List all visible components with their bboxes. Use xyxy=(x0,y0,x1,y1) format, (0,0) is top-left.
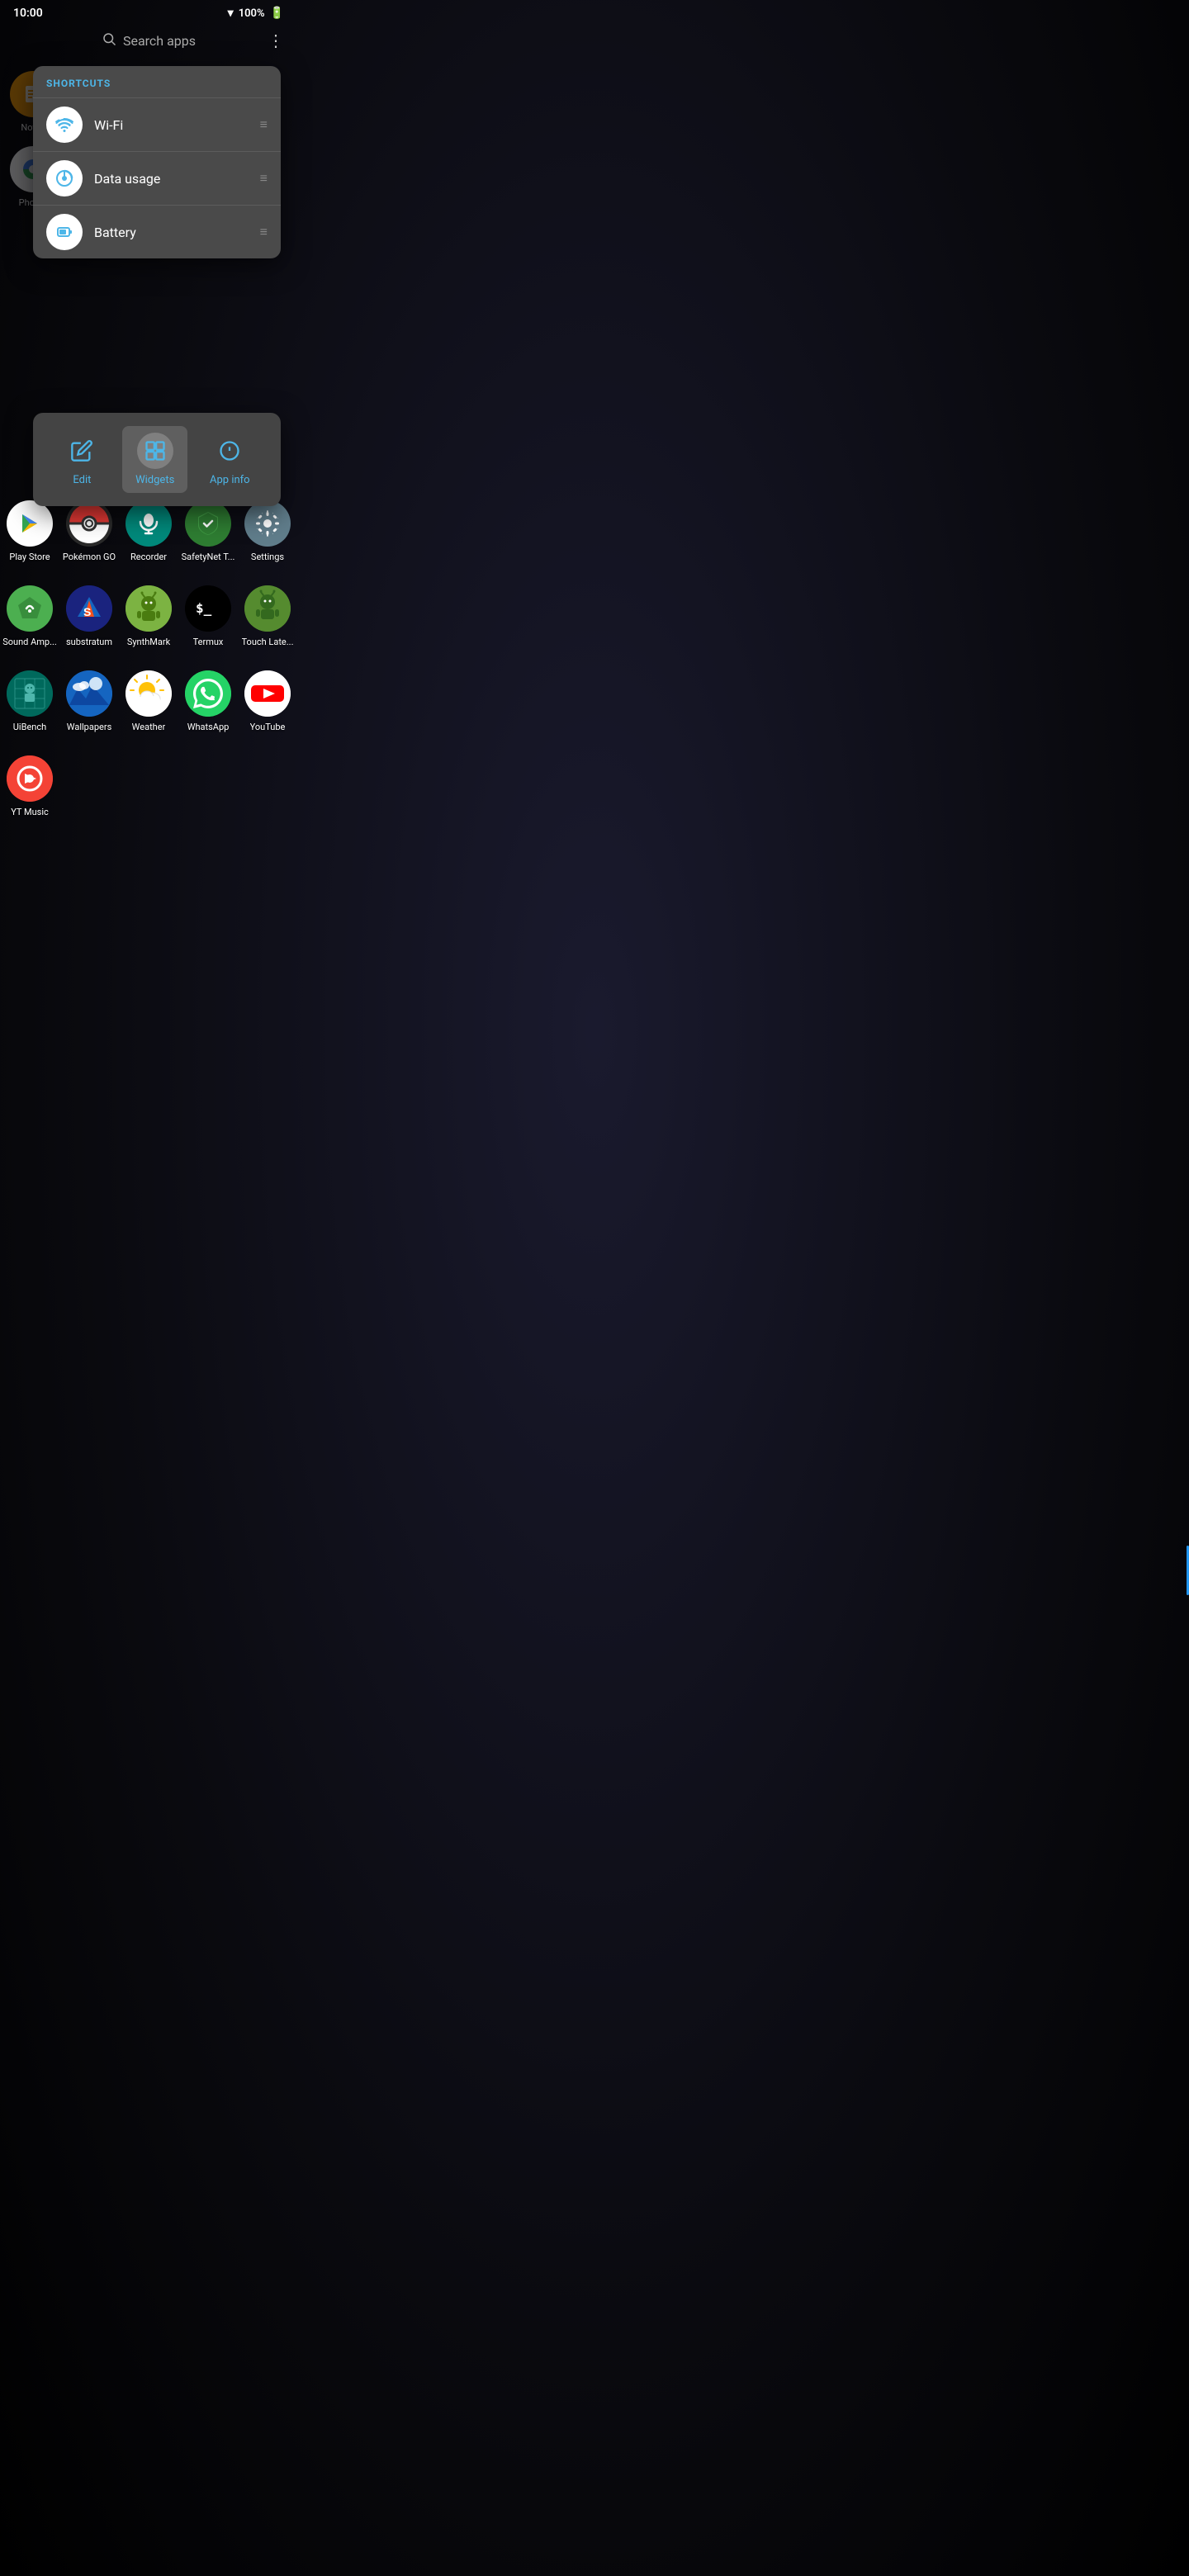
actions-popup: Edit Widgets App info xyxy=(33,413,281,506)
youtube-icon xyxy=(244,670,291,717)
status-icons: ▾ 100% 🔋 xyxy=(228,7,284,20)
substratum-label: substratum xyxy=(66,637,112,647)
weather-label: Weather xyxy=(132,722,166,732)
pokemon-label: Pokémon GO xyxy=(63,552,116,562)
status-bar: 10:00 ▾ 100% 🔋 xyxy=(0,0,297,23)
weather-icon xyxy=(126,670,172,717)
uibench-icon xyxy=(7,670,53,717)
app-item-synthmark[interactable]: SynthMark xyxy=(119,579,178,654)
ytmusic-label: YT Music xyxy=(11,807,49,817)
appinfo-icon xyxy=(211,433,248,469)
app-item-termux[interactable]: $_ Termux xyxy=(178,579,238,654)
battery-shortcut-icon xyxy=(46,214,83,250)
ytmusic-icon xyxy=(7,755,53,802)
widgets-label: Widgets xyxy=(135,474,174,486)
wifi-label: Wi-Fi xyxy=(94,117,249,133)
datausage-shortcut-icon xyxy=(46,160,83,197)
battery-label: Battery xyxy=(94,225,249,240)
playstore-icon xyxy=(7,500,53,547)
playstore-label: Play Store xyxy=(9,552,50,562)
wifi-icon: ▾ xyxy=(228,7,234,20)
uibench-label: UiBench xyxy=(13,722,46,732)
app-item-wallpapers[interactable]: Wallpapers xyxy=(59,664,119,739)
widgets-icon xyxy=(137,433,173,469)
widgets-action[interactable]: Widgets xyxy=(122,426,187,493)
app-row-6: YT Music xyxy=(0,749,297,824)
search-icon xyxy=(102,31,116,50)
appinfo-action[interactable]: App info xyxy=(197,426,263,493)
recorder-icon xyxy=(126,500,172,547)
whatsapp-notification-dot xyxy=(223,670,231,679)
edit-label: Edit xyxy=(73,474,91,486)
battery-percent: 100% xyxy=(239,7,265,20)
datausage-label: Data usage xyxy=(94,171,249,187)
svg-text:$_: $_ xyxy=(196,600,212,616)
app-item-touchlate[interactable]: Touch Late... xyxy=(238,579,297,654)
safetynet-icon xyxy=(185,500,231,547)
wallpapers-label: Wallpapers xyxy=(67,722,112,732)
battery-icon: 🔋 xyxy=(270,7,284,20)
wallpapers-icon xyxy=(66,670,112,717)
overflow-menu-icon[interactable]: ⋮ xyxy=(268,31,284,50)
app-row-5: UiBench Wallpapers xyxy=(0,664,297,739)
safetynet-label: SafetyNet T... xyxy=(182,552,235,562)
shortcuts-popup: SHORTCUTS Wi-Fi ≡ Data usage xyxy=(33,66,281,258)
time-display: 10:00 xyxy=(13,7,43,20)
shortcut-datausage[interactable]: Data usage ≡ xyxy=(33,151,281,205)
pokemon-icon xyxy=(66,500,112,547)
wifi-shortcut-icon xyxy=(46,107,83,143)
recorder-label: Recorder xyxy=(130,552,167,562)
touchlate-label: Touch Late... xyxy=(242,637,294,647)
app-item-soundamp[interactable]: Sound Amp... xyxy=(0,579,59,654)
synthmark-label: SynthMark xyxy=(127,637,170,647)
wifi-drag-handle: ≡ xyxy=(260,116,268,133)
youtube-label: YouTube xyxy=(250,722,286,732)
settings-icon xyxy=(244,500,291,547)
datausage-drag-handle: ≡ xyxy=(260,170,268,187)
appinfo-label: App info xyxy=(210,474,250,486)
app-item-youtube[interactable]: YouTube xyxy=(238,664,297,739)
app-item-whatsapp[interactable]: WhatsApp xyxy=(178,664,238,739)
search-placeholder: Search apps xyxy=(123,33,196,49)
shortcut-wifi[interactable]: Wi-Fi ≡ xyxy=(33,97,281,151)
shortcuts-header: SHORTCUTS xyxy=(33,66,281,97)
svg-text:S: S xyxy=(83,605,91,618)
settings-label: Settings xyxy=(251,552,284,562)
edit-icon xyxy=(64,433,100,469)
soundamp-icon xyxy=(7,585,53,632)
edit-action[interactable]: Edit xyxy=(50,426,113,493)
shortcut-battery[interactable]: Battery ≡ xyxy=(33,205,281,258)
synthmark-icon xyxy=(126,585,172,632)
search-bar[interactable]: Search apps ⋮ xyxy=(0,23,297,58)
termux-icon: $_ xyxy=(185,585,231,632)
app-item-uibench[interactable]: UiBench xyxy=(0,664,59,739)
soundamp-label: Sound Amp... xyxy=(2,637,57,647)
substratum-icon: S xyxy=(66,585,112,632)
whatsapp-label: WhatsApp xyxy=(187,722,230,732)
termux-label: Termux xyxy=(193,637,224,647)
battery-drag-handle: ≡ xyxy=(260,224,268,240)
app-item-substratum[interactable]: S substratum xyxy=(59,579,119,654)
app-item-ytmusic[interactable]: YT Music xyxy=(0,749,59,824)
app-row-4: Sound Amp... S substratum xyxy=(0,579,297,654)
actions-row: Edit Widgets App info xyxy=(33,423,281,496)
app-item-weather[interactable]: Weather xyxy=(119,664,178,739)
whatsapp-icon xyxy=(185,670,231,717)
touchlate-icon xyxy=(244,585,291,632)
